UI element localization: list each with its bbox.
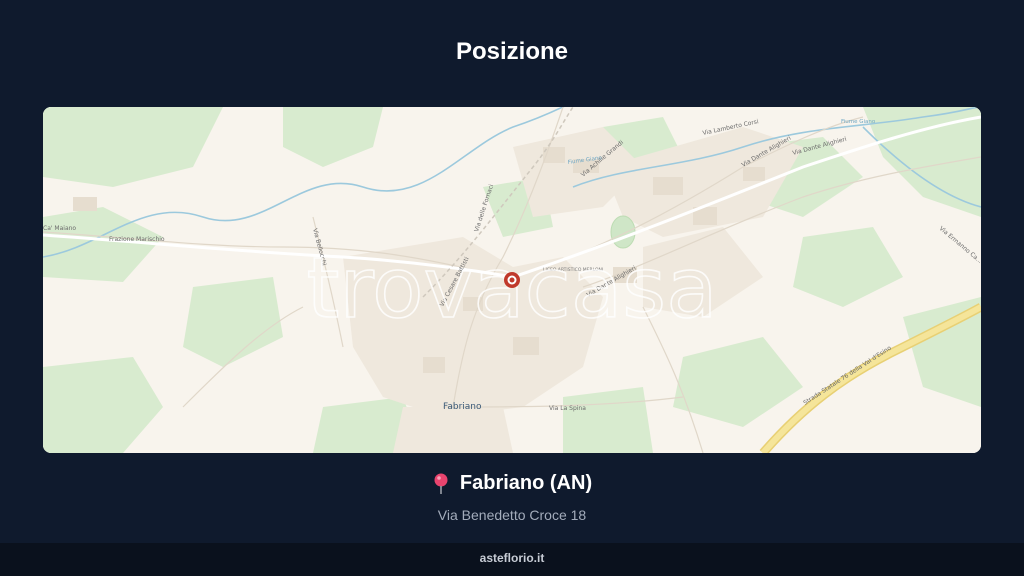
- footer-site-link[interactable]: asteflorio.it: [480, 551, 545, 565]
- street-address: Via Benedetto Croce 18: [437, 506, 587, 523]
- river-label: Fiume Giano: [841, 119, 876, 125]
- city-name: Fabriano (AN): [459, 472, 593, 494]
- town-label: Fabriano: [443, 402, 482, 412]
- street-label: Frazione Marischio: [109, 236, 165, 243]
- location-info: Fabriano (AN) Via Benedetto Croce 18: [0, 472, 1024, 523]
- street-label: Ca' Maiano: [43, 225, 76, 232]
- street-label: Via La Spina: [549, 405, 586, 412]
- location-target-icon[interactable]: [504, 272, 520, 288]
- page-title: Posizione: [455, 38, 569, 65]
- footer: asteflorio.it: [0, 543, 1024, 576]
- map-pin-icon: [432, 473, 450, 495]
- map-view[interactable]: Ca' Maiano Frazione Marischio Via Cesare…: [43, 107, 981, 453]
